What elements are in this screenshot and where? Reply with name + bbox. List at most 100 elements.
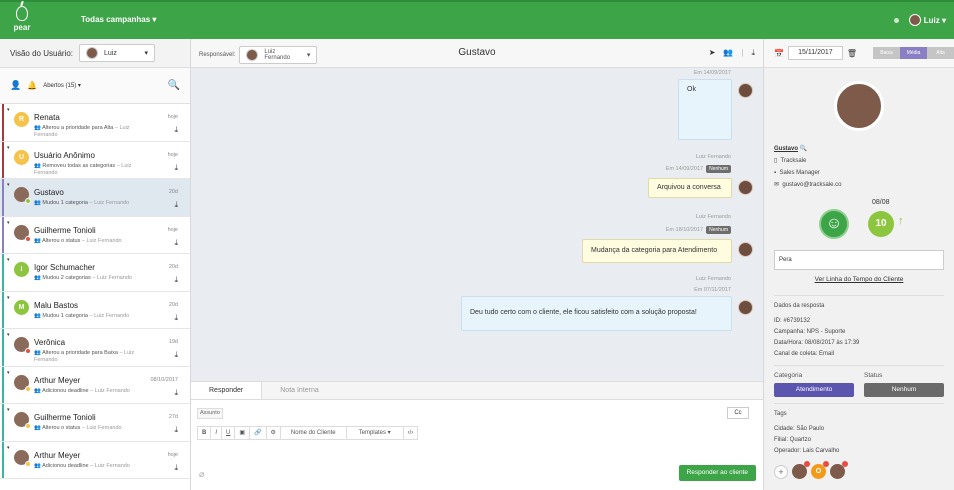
templates-dropdown[interactable]: Templates ▾ [347,427,404,439]
archive-download-icon[interactable]: ⤓ [174,388,178,398]
conversation-name: Malu Bastos [34,300,79,310]
campaigns-dropdown[interactable]: Todas campanhas ▾ [81,15,156,24]
bell-icon[interactable]: 🔔 [27,81,37,90]
answer-details: Dados da resposta ID: #6739132 Campanha:… [774,303,860,357]
archive-download-icon[interactable]: ⤓ [174,125,178,135]
link-icon[interactable]: 🔗 [250,427,267,439]
image-icon[interactable]: ▣ [235,427,251,439]
conversation-item[interactable]: ▾ Guilherme Tonioli 👥 Alterou o status – L… [0,216,190,254]
archive-download-icon[interactable]: ⤓ [174,275,178,285]
send-icon[interactable]: ➤ [709,48,716,58]
chat-title: Gustavo [458,47,496,58]
pear-icon [16,6,28,21]
status-filter-dropdown[interactable]: Abertos (15) ▾ [43,82,81,89]
divider [774,295,944,296]
archive-download-icon[interactable]: ⤓ [174,313,178,323]
group-icon: 👥 [34,162,41,169]
divider [774,403,944,404]
group-icon[interactable]: 👥 [723,48,733,58]
priority-medium[interactable]: Média [900,47,927,59]
user-menu[interactable]: Luiz ▾ [908,14,946,26]
conversation-item[interactable]: ▾ I Igor Schumacher 👥 Mudou 2 categorias – … [0,254,190,292]
briefcase-icon: ▪ [774,170,777,176]
archive-download-icon[interactable]: ⤓ [174,350,178,360]
conversation-item[interactable]: ▾ Verônica 👥 Alterou a prioridade para Bai… [0,329,190,367]
underline-button[interactable]: U [222,427,236,439]
conversation-date: 19d [168,339,178,345]
avatar [14,374,31,392]
search-icon[interactable]: 🔍 [168,80,180,91]
score-date: 08/08 [872,199,890,206]
archive-download-icon[interactable]: ⤓ [174,200,178,210]
group-icon: 👥 [34,125,41,131]
participant-avatar[interactable] [830,461,848,479]
priority-bar [2,254,4,291]
archive-download-icon[interactable]: ⤓ [174,163,178,173]
search-icon[interactable]: 🔍 [800,146,807,152]
attachment-icon[interactable]: ⌀ [199,469,204,480]
message-meta: Em 07/11/2017 [694,287,731,293]
participant-avatar[interactable]: O [811,461,829,479]
italic-button[interactable]: I [211,427,223,439]
conversation-item[interactable]: ▾ Arthur Meyer 👥 Adicionou deadline – Luiz… [0,366,190,404]
priority-high[interactable]: Alta [927,47,954,59]
conversation-activity: 👥 Removeu todas as categorias – Luiz Fer… [34,162,132,176]
conversation-item[interactable]: ▾ Arthur Meyer 👥 Adicionou deadline – Luiz… [0,441,190,479]
conversation-name: Arthur Meyer [34,450,81,460]
calendar-icon[interactable]: 📅 [774,49,784,58]
group-icon: 👥 [34,350,41,356]
conversation-item[interactable]: ▾ M Malu Bastos 👥 Mudou 1 categoria – Luiz … [0,291,190,329]
timeline-link[interactable]: Ver Linha do Tempo do Cliente [764,276,954,283]
priority-bar [2,179,4,216]
conversation-date: hoje [167,226,178,233]
deadline-row: 📅 15/11/2017 🗑 Baixa Média Alta [764,39,954,68]
category-select[interactable]: Atendimento [774,383,854,397]
category-label: Categoria [774,372,803,379]
nps-score: 10 [868,211,894,237]
add-participant-button[interactable]: + [774,464,788,479]
conversation-item[interactable]: ▾ Guilherme Tonioli 👥 Alterou o status – L… [0,404,190,442]
avatar: U [14,149,29,165]
priority-bar [2,104,4,141]
archive-download-icon[interactable]: ⤓ [174,463,178,473]
tab-reply[interactable]: Responder [191,382,263,399]
deadline-date-input[interactable]: 15/11/2017 [787,46,843,60]
reply-to-customer-button[interactable]: Responder ao cliente [678,465,756,481]
message-area[interactable]: Em 14/09/2017 Ok Luiz Fernando Em 14/09/… [191,68,763,381]
conversation-activity: 👥 Alterou a prioridade para Alta – Luiz … [34,125,130,138]
customer-name-insert[interactable]: Nome do Cliente [281,427,347,439]
priority-bar [2,404,4,441]
priority-low[interactable]: Baixa [873,47,900,59]
trash-icon[interactable]: 🗑 [847,49,857,58]
notification-badge [804,461,810,467]
conversation-name: Arthur Meyer [34,375,81,385]
status-select[interactable]: Nenhum [864,383,944,397]
conversation-item[interactable]: ▾ Gustavo 👥 Mudou 1 categoria – Luiz Ferna… [0,179,190,217]
pear-logo[interactable]: pear [10,6,34,36]
code-icon[interactable]: ‹/› [404,427,418,439]
conversation-item[interactable]: ▾ R Renata 👥 Alterou a prioridade para Alta… [0,104,190,142]
archive-download-icon[interactable]: ⤓ [751,48,755,58]
arrow-up-icon: ↑ [898,215,904,227]
subject-field[interactable]: Assunto [197,408,223,419]
archive-download-icon[interactable]: ⤓ [174,425,178,435]
agent-message: Deu tudo certo com o cliente, ele ficou … [461,296,732,331]
priority-bar [2,216,4,253]
settings-icon[interactable]: ⚙ [267,427,281,439]
person-icon[interactable]: 👤 [10,80,21,91]
tab-internal-note[interactable]: Nota Interna [262,382,337,399]
cc-button[interactable]: Cc [727,407,749,419]
archive-download-icon[interactable]: ⤓ [174,238,178,248]
priority-toggle: Baixa Média Alta [873,47,954,59]
chevron-down-icon: ▾ [7,107,10,113]
conversation-item[interactable]: ▾ U Usuário Anônimo 👥 Removeu todas as cate… [0,141,190,179]
company-icon: ▯ [774,158,778,164]
user-view-select[interactable]: Luiz ▾ [79,44,155,62]
participant-avatar[interactable] [792,461,810,479]
conversation-name: Gustavo [34,188,64,197]
priority-bar [2,329,4,366]
group-icon: 👥 [34,387,41,394]
customer-name[interactable]: Gustavo [774,146,798,152]
chat-header: Responsável: Luiz Fernando ▾ Gustavo ➤ 👥… [191,39,763,68]
bold-button[interactable]: B [198,427,212,439]
